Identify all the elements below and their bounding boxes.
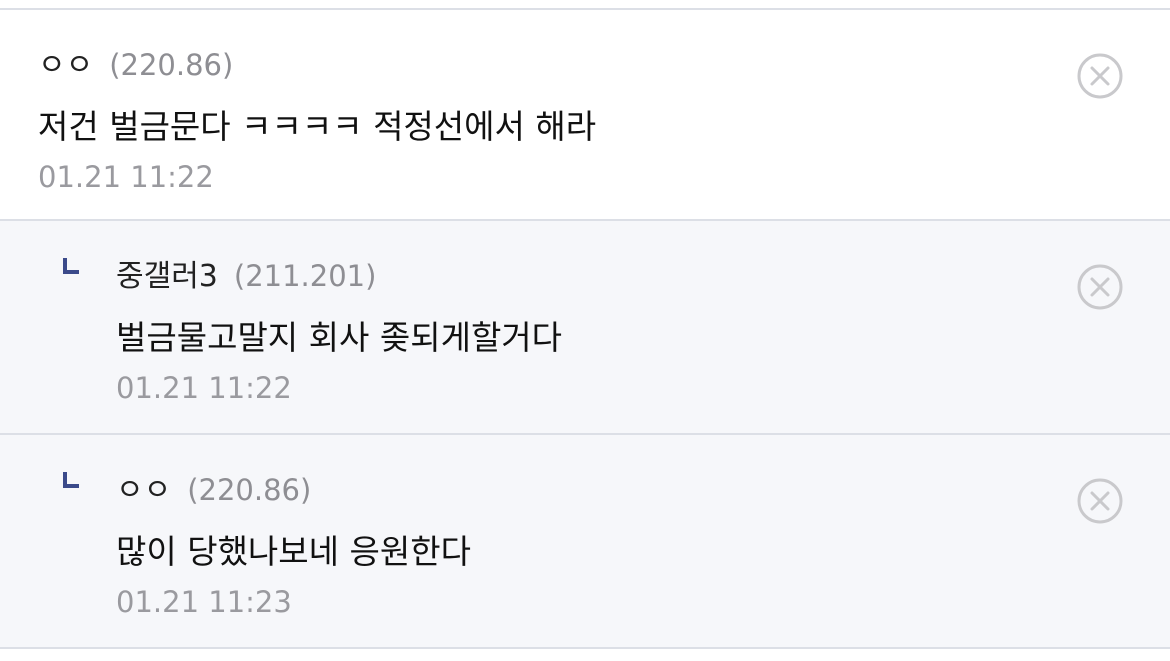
- comment-text: 많이 당했나보네 응원한다: [116, 532, 471, 571]
- comment-meta: ㅇㅇ (220.86): [116, 465, 311, 509]
- delete-comment-button[interactable]: [1076, 477, 1124, 525]
- delete-comment-button[interactable]: [1076, 263, 1124, 311]
- comment-timestamp: 01.21 11:22: [116, 371, 292, 405]
- comment-text: 저건 벌금문다 ㅋㅋㅋㅋ 적정선에서 해라: [38, 107, 597, 146]
- top-divider: [0, 0, 1170, 10]
- comment-timestamp: 01.21 11:22: [38, 160, 214, 194]
- comment-timestamp: 01.21 11:23: [116, 585, 292, 619]
- close-circle-icon: [1077, 264, 1123, 310]
- reply-arrow-icon: [63, 472, 79, 488]
- close-circle-icon: [1077, 53, 1123, 99]
- comment-author[interactable]: ㅇㅇ: [38, 40, 93, 84]
- comment-text: 벌금물고말지 회사 좆되게할거다: [116, 318, 563, 357]
- comment-author[interactable]: ㅇㅇ: [116, 465, 171, 509]
- comment-author[interactable]: 중갤러3: [116, 251, 218, 295]
- comment-item: ㅇㅇ (220.86) 저건 벌금문다 ㅋㅋㅋㅋ 적정선에서 해라 01.21 …: [0, 10, 1170, 221]
- reply-item: 중갤러3 (211.201) 벌금물고말지 회사 좆되게할거다 01.21 11…: [0, 221, 1170, 435]
- comment-ip: (220.86): [187, 473, 312, 507]
- delete-comment-button[interactable]: [1076, 52, 1124, 100]
- comment-meta: ㅇㅇ (220.86): [38, 40, 233, 84]
- reply-item: ㅇㅇ (220.86) 많이 당했나보네 응원한다 01.21 11:23: [0, 435, 1170, 649]
- reply-arrow-icon: [63, 258, 79, 274]
- comment-ip: (211.201): [233, 259, 377, 293]
- comment-ip: (220.86): [109, 48, 234, 82]
- comment-meta: 중갤러3 (211.201): [116, 251, 376, 295]
- close-circle-icon: [1077, 478, 1123, 524]
